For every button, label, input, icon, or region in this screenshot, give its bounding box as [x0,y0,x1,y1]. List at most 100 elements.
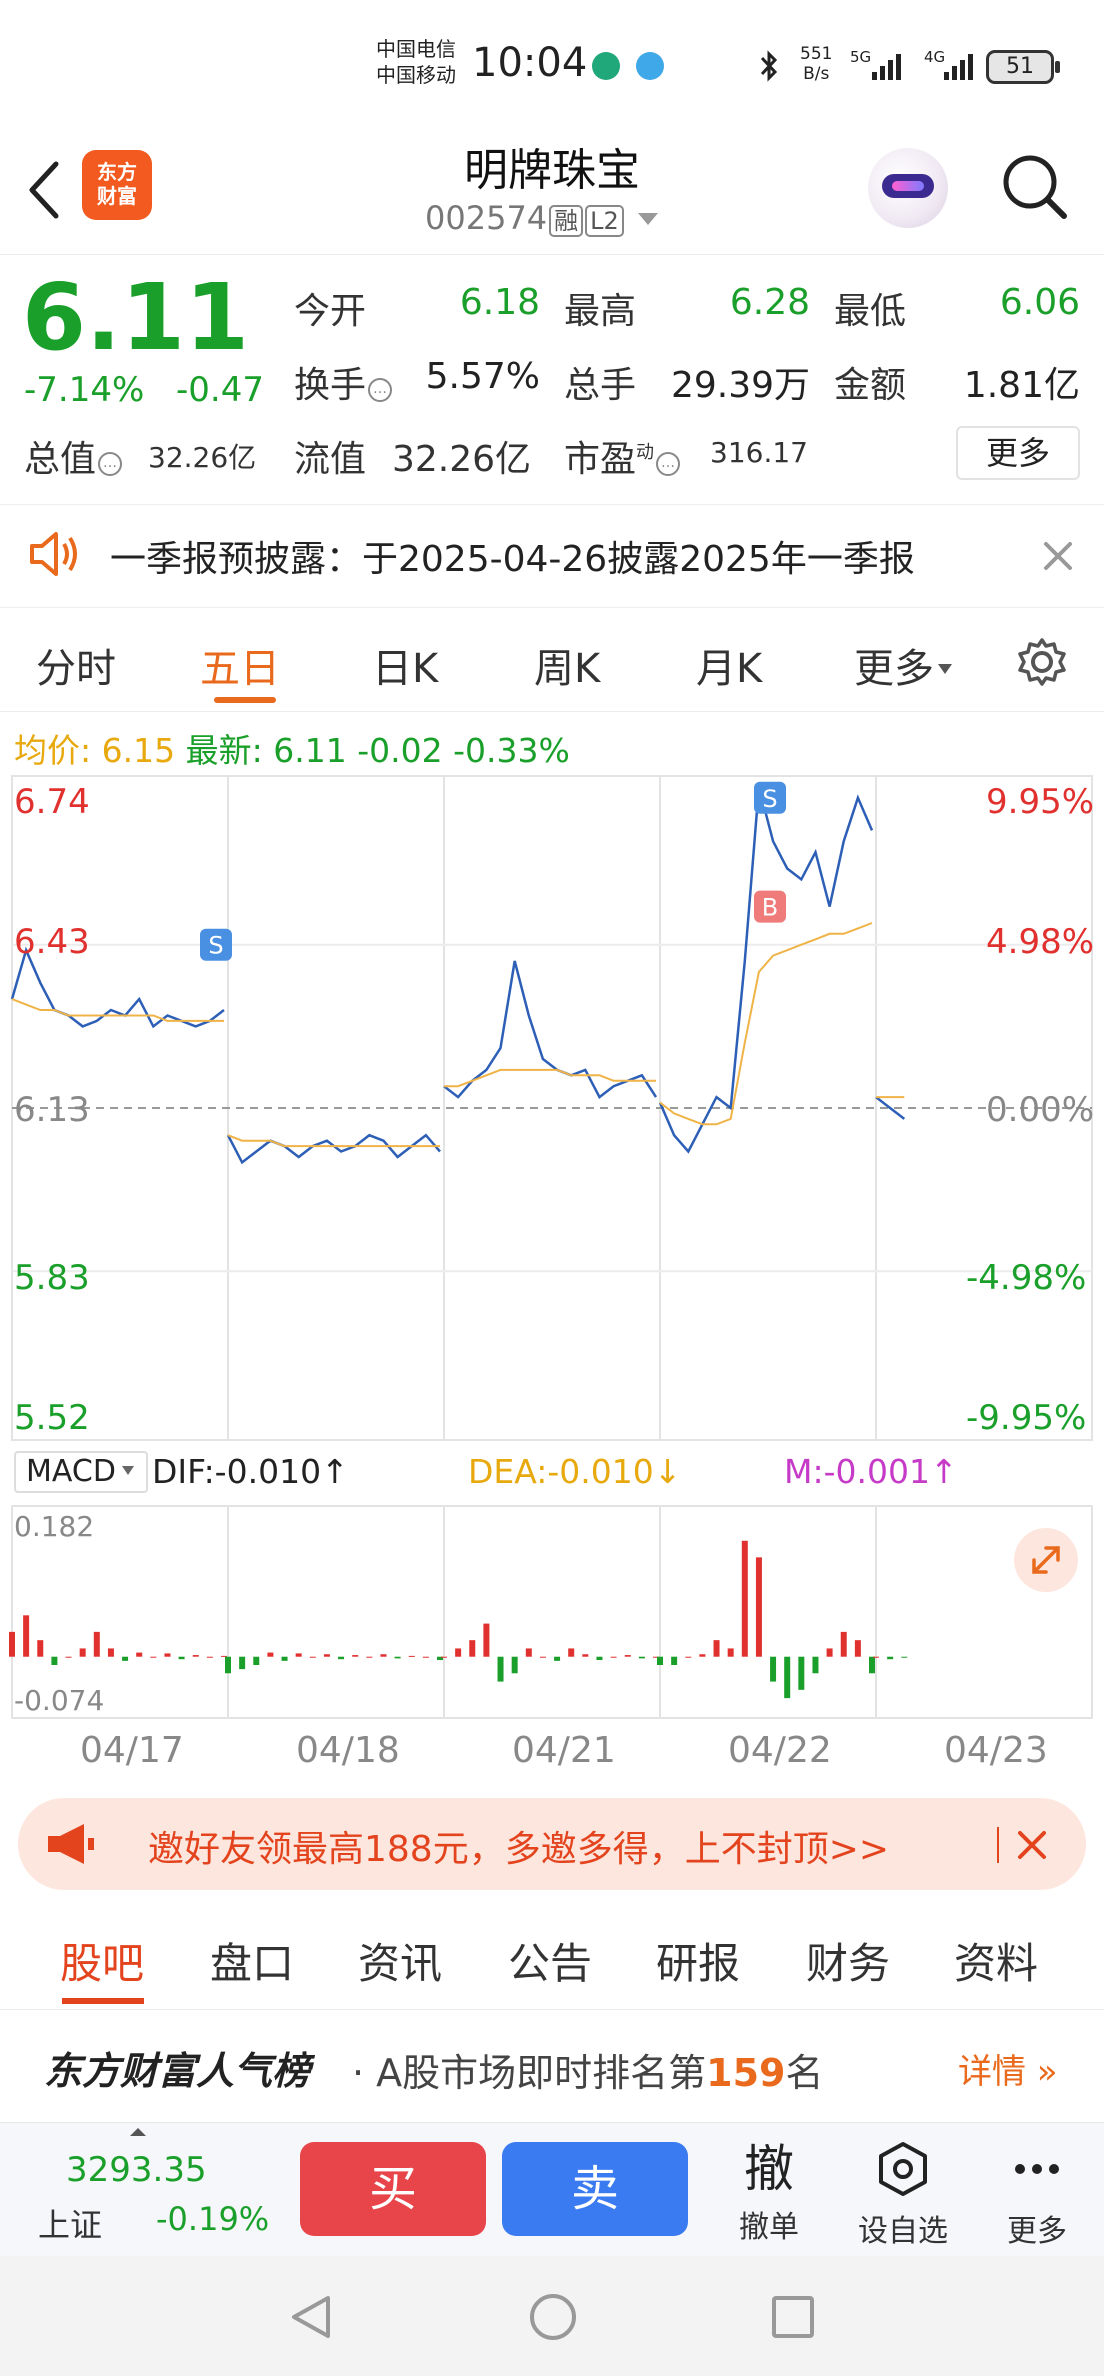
settings-gear-icon[interactable] [1016,636,1068,688]
buy-button[interactable]: 买 [300,2142,486,2236]
macd-bar [225,1656,231,1674]
macd-bar [469,1640,476,1657]
svg-text:S: S [208,932,223,960]
macd-bar [596,1656,603,1661]
macd-bar [178,1656,185,1660]
turnover-value: 5.57% [425,356,540,397]
cancel-order-icon: 撤 [744,2140,794,2198]
tab-more-label: 更多 [854,646,934,692]
cancel-order-button[interactable]: 撤 撤单 [714,2140,824,2246]
close-icon[interactable] [1040,538,1076,574]
macd-m: M:-0.001↑ [784,1452,958,1491]
tab-five-day[interactable]: 五日 [200,636,280,694]
info-icon[interactable]: … [368,378,393,402]
macd-bar [122,1656,129,1661]
avg-info-row: 均价: 6.15 最新: 6.11 -0.02 -0.33% [14,724,570,772]
net-speed: 551 B/s [800,44,832,84]
macd-bar [483,1623,490,1657]
popularity-detail-label: 详情 [958,2052,1026,2092]
float-cap-label: 流值 [294,439,367,480]
tab-news[interactable]: 资讯 [358,1930,442,1991]
avg-line [11,998,224,1022]
sell-marker[interactable]: S [754,781,786,814]
tab-profile[interactable]: 资料 [954,1930,1038,1991]
macd-y-bottom: -0.074 [14,1684,105,1717]
more-quote-button[interactable]: 更多 [956,426,1080,480]
status-bar: 中国电信 中国移动 10:04 551 B/s 5G 4G 51 [0,0,1104,135]
svg-text:S: S [762,785,777,813]
amount-value: 1.81亿 [963,365,1080,406]
tab-more[interactable]: 更多 [854,636,952,694]
tab-intraday[interactable]: 分时 [36,636,116,694]
macd-bar [107,1648,114,1657]
clock: 10:04 [472,40,588,86]
y-tick-right-1: 4.98% [986,922,1095,962]
latest-change: -0.02 [357,731,443,770]
macd-bar [37,1640,44,1657]
macd-bar [770,1656,777,1682]
macd-bar [338,1656,345,1660]
macd-bar [352,1655,359,1657]
popularity-detail-link[interactable]: 详情 » [958,2044,1058,2093]
expand-up-icon[interactable] [130,2128,146,2136]
tab-forum[interactable]: 股吧 [60,1930,144,1991]
net-speed-unit: B/s [803,64,830,84]
sell-button[interactable]: 卖 [502,2142,688,2236]
double-chevron-icon: » [1026,2052,1058,2092]
assistant-robot-icon[interactable] [868,148,948,228]
tab-weekly-k[interactable]: 周K [534,636,600,694]
macd-bar [422,1656,429,1658]
open-label: 今开 [294,291,367,332]
macd-bar [23,1615,30,1657]
popularity-title: 东方财富人气榜 [44,2049,311,2093]
search-icon[interactable] [998,150,1070,222]
expand-icon[interactable] [1012,1526,1080,1594]
index-value[interactable]: 3293.35 [66,2150,207,2190]
macd-bar [812,1656,819,1674]
caret-down-icon [121,1466,134,1475]
sell-marker[interactable]: S [200,928,232,961]
tab-monthly-k[interactable]: 月K [696,636,762,694]
speaker-icon [30,532,77,576]
nav-back-icon[interactable] [288,2292,334,2342]
macd-bar [657,1656,663,1665]
tab-daily-k[interactable]: 日K [372,636,438,694]
tab-orderbook[interactable]: 盘口 [210,1930,294,1991]
add-watchlist-button[interactable]: 设自选 [848,2140,958,2250]
popularity-text: · A股市场即时排名第159名 [352,2042,824,2097]
macd-bar [638,1656,645,1659]
close-icon[interactable] [1014,1827,1050,1863]
macd-bar [9,1631,15,1657]
macd-bar [840,1631,847,1657]
index-name[interactable]: 上证 [38,2200,102,2246]
tab-announcements[interactable]: 公告 [508,1930,592,1991]
buy-marker[interactable]: B [754,890,786,923]
promo-divider [997,1827,999,1863]
market-cap-label-text: 总值 [24,439,97,480]
info-icon[interactable]: … [98,452,123,476]
carrier-2: 中国移动 [376,63,456,87]
nav-recents-icon[interactable] [770,2294,816,2340]
turnover-label-text: 换手 [294,365,367,406]
five-day-chart[interactable]: S S B [0,770,1104,1446]
latest-change-pct: -0.33% [453,731,570,770]
x-date-0: 04/17 [80,1730,184,1771]
stock-code-row[interactable]: 002574 融 L2 [425,199,658,237]
nav-home-icon[interactable] [528,2292,578,2342]
y-tick-left-3: 5.83 [14,1258,90,1298]
macd-chart[interactable] [0,1502,1104,1724]
indicator-select[interactable]: MACD [14,1451,148,1493]
macd-bar [150,1656,157,1658]
info-icon[interactable]: … [656,452,681,476]
tab-finance[interactable]: 财务 [806,1930,890,1991]
macd-bar [826,1648,833,1657]
more-button[interactable]: 更多 [982,2140,1092,2250]
macd-bar [610,1656,617,1658]
avg-line [659,922,873,1126]
index-change[interactable]: -0.19% [156,2200,269,2238]
announcement-text: 一季报预披露：于2025-04-26披露2025年一季报 [110,539,915,580]
macd-bar [79,1648,86,1657]
y-tick-right-0: 9.95% [986,782,1095,822]
tab-research[interactable]: 研报 [656,1930,740,1991]
macd-bar [539,1656,546,1658]
